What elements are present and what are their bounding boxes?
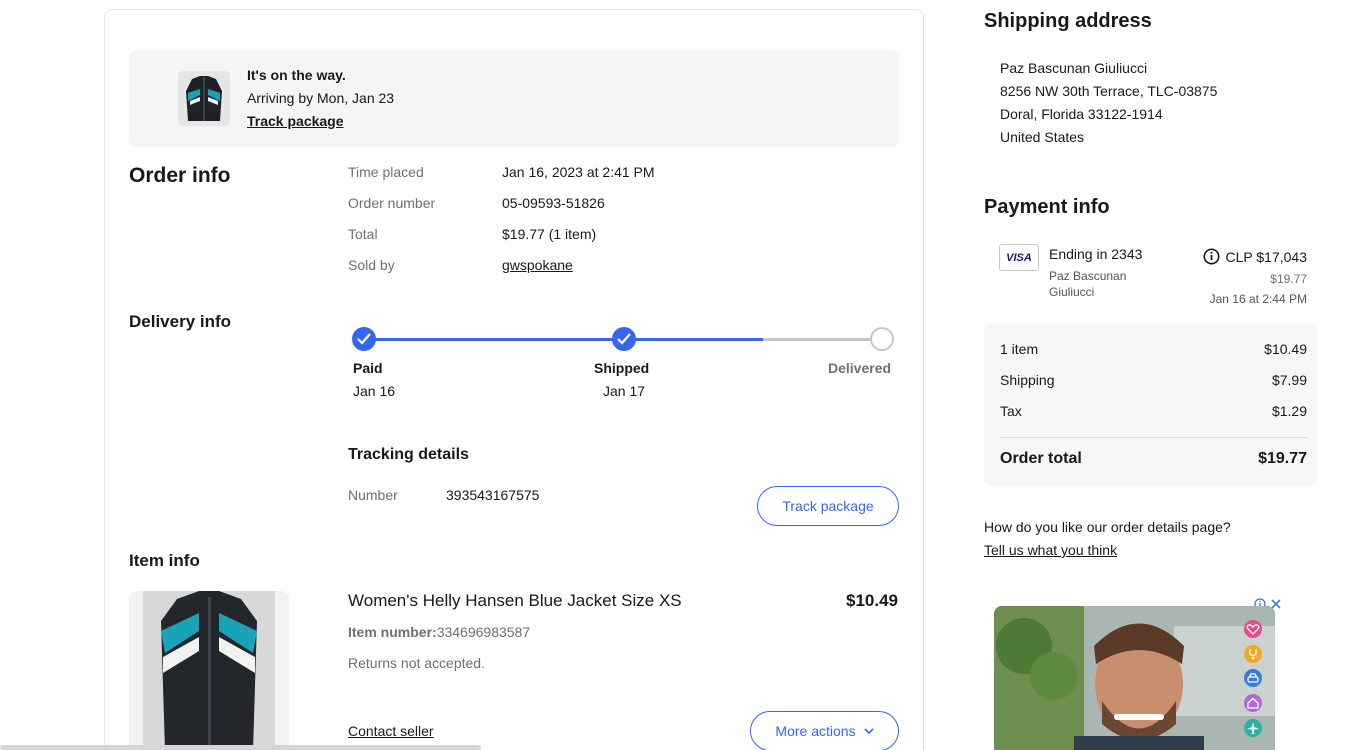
- feedback-question: How do you like our order details page?: [984, 519, 1231, 535]
- summary-items-value: $10.49: [1264, 341, 1307, 357]
- step-delivered-label: Delivered: [828, 360, 892, 376]
- amount-usd: $19.77: [1270, 272, 1307, 286]
- delivered-pending-icon: [870, 327, 894, 351]
- shipped-check-icon: [612, 327, 636, 351]
- delivery-progress: Paid Jan 16 Shipped Jan 17 Delivered: [352, 326, 898, 406]
- home-icon[interactable]: [1244, 694, 1262, 712]
- shipment-banner: [129, 50, 899, 147]
- heart-icon[interactable]: [1244, 620, 1262, 638]
- more-actions-button[interactable]: More actions: [750, 711, 899, 750]
- horizontal-scrollbar[interactable]: [0, 745, 481, 750]
- order-total-value: $19.77: [1258, 450, 1307, 467]
- plane-icon[interactable]: [1244, 719, 1262, 737]
- seller-link[interactable]: gwspokane: [502, 257, 573, 273]
- payment-info-heading: Payment info: [984, 196, 1110, 218]
- shipment-status: It's on the way.: [247, 67, 346, 83]
- progress-fill: [364, 338, 763, 341]
- address-country: United States: [1000, 129, 1085, 145]
- total-value: $19.77 (1 item): [502, 226, 597, 242]
- paid-check-icon: [352, 327, 376, 351]
- contact-seller-link[interactable]: Contact seller: [348, 723, 434, 739]
- summary-items-label: 1 item: [1000, 341, 1039, 357]
- order-total-label: Order total: [1000, 450, 1082, 467]
- item-title[interactable]: Women's Helly Hansen Blue Jacket Size XS: [348, 591, 682, 611]
- summary-tax-value: $1.29: [1271, 403, 1307, 419]
- summary-shipping-label: Shipping: [1000, 372, 1055, 388]
- tracking-number-label: Number: [348, 487, 398, 503]
- car-icon[interactable]: [1244, 669, 1262, 687]
- arrival-estimate: Arriving by Mon, Jan 23: [247, 90, 395, 106]
- total-label: Total: [348, 226, 378, 242]
- card-holder-line2: Giuliucci: [1049, 285, 1095, 299]
- charged-at: Jan 16 at 2:44 PM: [1209, 292, 1307, 306]
- item-number-label: Item number:: [348, 624, 437, 640]
- more-actions-label: More actions: [775, 723, 856, 739]
- summary-shipping-value: $7.99: [1271, 372, 1307, 388]
- shipping-address-heading: Shipping address: [984, 10, 1152, 32]
- item-image[interactable]: [129, 591, 289, 750]
- sold-by-label: Sold by: [348, 257, 395, 273]
- time-placed-value: Jan 16, 2023 at 2:41 PM: [502, 164, 655, 180]
- advertisement[interactable]: [994, 606, 1275, 750]
- address-street: 8256 NW 30th Terrace, TLC-03875: [1000, 83, 1218, 99]
- item-number-value: 334696983587: [436, 624, 531, 640]
- amount-local: CLP $17,043: [1225, 249, 1307, 265]
- order-number-label: Order number: [348, 195, 436, 211]
- time-placed-label: Time placed: [348, 164, 424, 180]
- track-package-button[interactable]: Track package: [757, 486, 899, 526]
- step-paid-date: Jan 16: [353, 383, 396, 399]
- step-paid-label: Paid: [353, 360, 383, 376]
- tracking-details-heading: Tracking details: [348, 446, 469, 463]
- summary-tax-label: Tax: [1000, 403, 1022, 419]
- visa-card-icon: VISA: [999, 244, 1039, 271]
- chevron-down-icon: [864, 727, 874, 734]
- order-info-heading: Order info: [129, 164, 231, 187]
- address-name: Paz Bascunan Giuliucci: [1000, 60, 1148, 76]
- info-icon[interactable]: [1203, 248, 1220, 265]
- tracking-number-value: 393543167575: [446, 487, 540, 503]
- item-thumbnail[interactable]: [178, 71, 230, 126]
- feedback-link[interactable]: Tell us what you think: [984, 542, 1117, 558]
- card-ending: Ending in 2343: [1049, 246, 1143, 262]
- item-info-heading: Item info: [129, 551, 200, 570]
- delivery-info-heading: Delivery info: [129, 312, 232, 331]
- track-package-link[interactable]: Track package: [247, 113, 344, 129]
- card-holder-line1: Paz Bascunan: [1049, 269, 1127, 283]
- stethoscope-icon[interactable]: [1244, 645, 1262, 663]
- address-city: Doral, Florida 33122-1914: [1000, 106, 1163, 122]
- ad-image: [994, 606, 1275, 750]
- step-shipped-date: Jan 17: [603, 383, 646, 399]
- item-number: Item number:334696983587: [348, 624, 530, 640]
- summary-divider: [1000, 437, 1307, 438]
- returns-policy: Returns not accepted.: [348, 655, 485, 671]
- step-shipped-label: Shipped: [594, 360, 650, 376]
- item-price: $10.49: [846, 591, 898, 610]
- order-number-value: 05-09593-51826: [502, 195, 605, 211]
